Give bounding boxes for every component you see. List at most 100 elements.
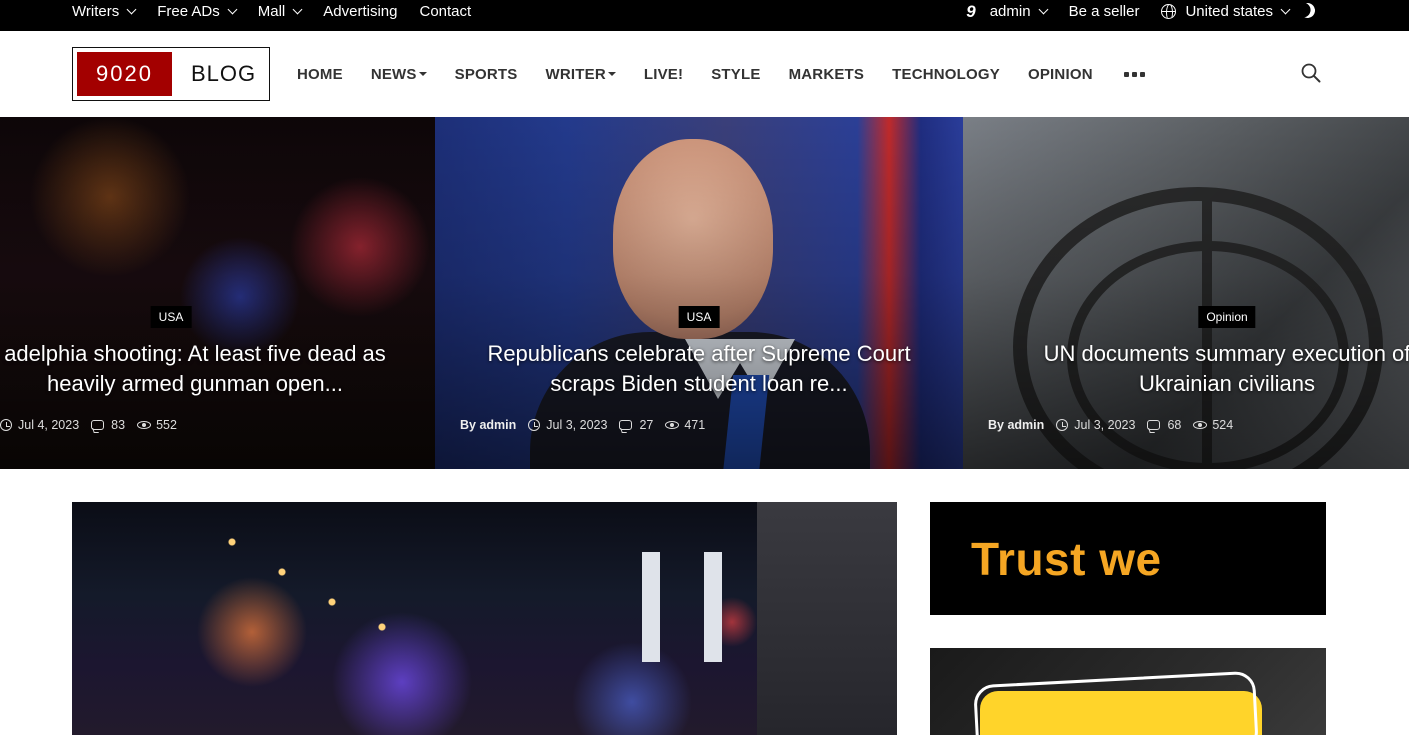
more-dots-icon[interactable] — [1123, 71, 1145, 77]
comment-icon — [1147, 420, 1161, 430]
nav-item-live[interactable]: LIVE! — [644, 66, 683, 83]
nav-item-sports[interactable]: SPORTS — [455, 66, 518, 83]
slide-date: Jul 3, 2023 — [528, 418, 607, 432]
nav-item-label: HOME — [297, 65, 343, 83]
author-link[interactable]: By admin — [460, 418, 516, 432]
topbar-item-label: Contact — [419, 3, 472, 20]
chevron-down-icon — [227, 4, 238, 15]
category-badge[interactable]: USA — [150, 306, 192, 328]
slide-meta: By admin Jul 3, 2023 68 524 — [988, 418, 1245, 432]
street-lights-decoration — [222, 532, 522, 732]
street-banner-decoration — [704, 552, 722, 662]
slide-title-line: adelphia shooting: At least five dead as — [4, 341, 386, 366]
nav-item-label: STYLE — [711, 65, 761, 83]
eye-icon — [137, 421, 152, 429]
slide-views: 471 — [665, 418, 705, 432]
topbar-item-mall[interactable]: Mall — [257, 3, 303, 20]
topbar-item-label: Free ADs — [157, 3, 220, 20]
comments-count: 83 — [111, 418, 126, 432]
globe-icon — [1161, 4, 1177, 19]
nav-item-label: TECHNOLOGY — [892, 65, 1000, 83]
slide-image-overlay — [0, 117, 435, 469]
be-a-seller-link[interactable]: Be a seller — [1069, 3, 1140, 20]
nav-item-label: WRITER — [545, 65, 606, 83]
chevron-down-icon — [1280, 4, 1291, 15]
slide-title-line: UN documents summary execution of — [1043, 341, 1409, 366]
user-menu[interactable]: 9 admin — [966, 1, 1049, 22]
nav-item-opinion[interactable]: OPINION — [1028, 66, 1093, 83]
hero-slide[interactable]: USA adelphia shooting: At least five dea… — [0, 117, 435, 469]
hero-slide[interactable]: USA Republicans celebrate after Supreme … — [435, 117, 963, 469]
views-count: 552 — [156, 418, 177, 432]
featured-article-image[interactable] — [72, 502, 897, 735]
slide-title-line: Republicans celebrate after Supreme Cour… — [487, 341, 911, 366]
country-label: United states — [1185, 3, 1273, 20]
nav-item-home[interactable]: HOME — [297, 66, 343, 83]
slide-title-line: Ukrainian civilians — [1138, 371, 1316, 396]
user-icon: 9 — [966, 1, 976, 21]
top-bar-right-menu: 9 admin Be a seller United states — [966, 0, 1291, 23]
chevron-down-icon — [1038, 4, 1049, 15]
nav-item-writer[interactable]: WRITER — [546, 66, 616, 83]
caret-down-icon — [418, 72, 427, 76]
date-label: Jul 3, 2023 — [546, 418, 608, 432]
date-label: Jul 3, 2023 — [1074, 418, 1136, 432]
country-selector[interactable]: United states — [1161, 3, 1291, 20]
slide-title[interactable]: Republicans celebrate after Supreme Cour… — [449, 339, 949, 399]
topbar-item-free-ads[interactable]: Free ADs — [157, 3, 238, 20]
caret-down-icon — [607, 72, 616, 76]
author-link[interactable]: By admin — [988, 418, 1044, 432]
eye-icon — [665, 421, 680, 429]
top-bar: Writers Free ADs Mall Advertising Contac… — [0, 0, 1409, 31]
slide-comments: 83 — [91, 418, 125, 432]
nav-item-style[interactable]: STYLE — [711, 66, 760, 83]
site-logo[interactable]: 9020 BLOG — [72, 47, 270, 101]
slide-image-overlay — [435, 117, 963, 469]
slide-meta: Jul 4, 2023 83 552 — [0, 418, 189, 432]
comment-icon — [91, 420, 105, 430]
nav-item-label: OPINION — [1027, 65, 1093, 83]
nav-item-markets[interactable]: MARKETS — [789, 66, 865, 83]
nav-item-news[interactable]: NEWS — [371, 66, 427, 83]
clock-icon — [0, 419, 12, 431]
clock-icon — [1056, 419, 1069, 431]
category-badge[interactable]: Opinion — [1198, 306, 1256, 328]
topbar-item-contact[interactable]: Contact — [419, 3, 471, 20]
logo-number: 9020 — [77, 52, 172, 96]
nav-item-label: LIVE! — [643, 65, 684, 83]
main-nav: HOME NEWS SPORTS WRITER LIVE! STYLE MARK… — [297, 31, 1145, 117]
topbar-item-label: Mall — [257, 3, 286, 20]
views-count: 524 — [1212, 418, 1234, 432]
hero-slider: USA adelphia shooting: At least five dea… — [0, 117, 1409, 469]
nav-item-technology[interactable]: TECHNOLOGY — [892, 66, 1000, 83]
topbar-item-label: Writers — [72, 3, 120, 20]
nav-item-label: SPORTS — [454, 65, 518, 83]
comments-count: 27 — [639, 418, 654, 432]
category-badge[interactable]: USA — [678, 306, 720, 328]
hero-slide[interactable]: Opinion UN documents summary execution o… — [963, 117, 1409, 469]
slide-title[interactable]: UN documents summary execution of Ukrain… — [1007, 339, 1409, 399]
sidebar-ad-banner[interactable]: Trust we — [930, 502, 1326, 615]
slide-title-line: scraps Biden student loan re... — [550, 371, 848, 396]
slide-views: 524 — [1193, 418, 1233, 432]
user-name: admin — [989, 3, 1031, 20]
topbar-item-writers[interactable]: Writers — [72, 3, 137, 20]
topbar-item-label: Advertising — [323, 3, 398, 20]
chevron-down-icon — [126, 4, 137, 15]
ad-banner-text: Trust we — [971, 532, 1162, 585]
sidebar-ad-banner-2[interactable] — [930, 648, 1326, 735]
topbar-item-advertising[interactable]: Advertising — [323, 3, 397, 20]
moon-icon[interactable] — [1298, 1, 1317, 20]
slide-meta: By admin Jul 3, 2023 27 471 — [460, 418, 717, 432]
search-icon[interactable] — [1301, 63, 1321, 83]
slide-comments: 68 — [1147, 418, 1181, 432]
top-bar-left-menu: Writers Free ADs Mall Advertising Contac… — [72, 0, 493, 23]
nav-item-label: MARKETS — [788, 65, 865, 83]
be-a-seller-label: Be a seller — [1068, 3, 1140, 20]
comments-count: 68 — [1167, 418, 1182, 432]
eye-icon — [1193, 421, 1208, 429]
slide-image-overlay — [963, 117, 1409, 469]
slide-title[interactable]: adelphia shooting: At least five dead as… — [0, 339, 400, 399]
logo-text: BLOG — [191, 61, 257, 86]
comment-icon — [619, 420, 633, 430]
